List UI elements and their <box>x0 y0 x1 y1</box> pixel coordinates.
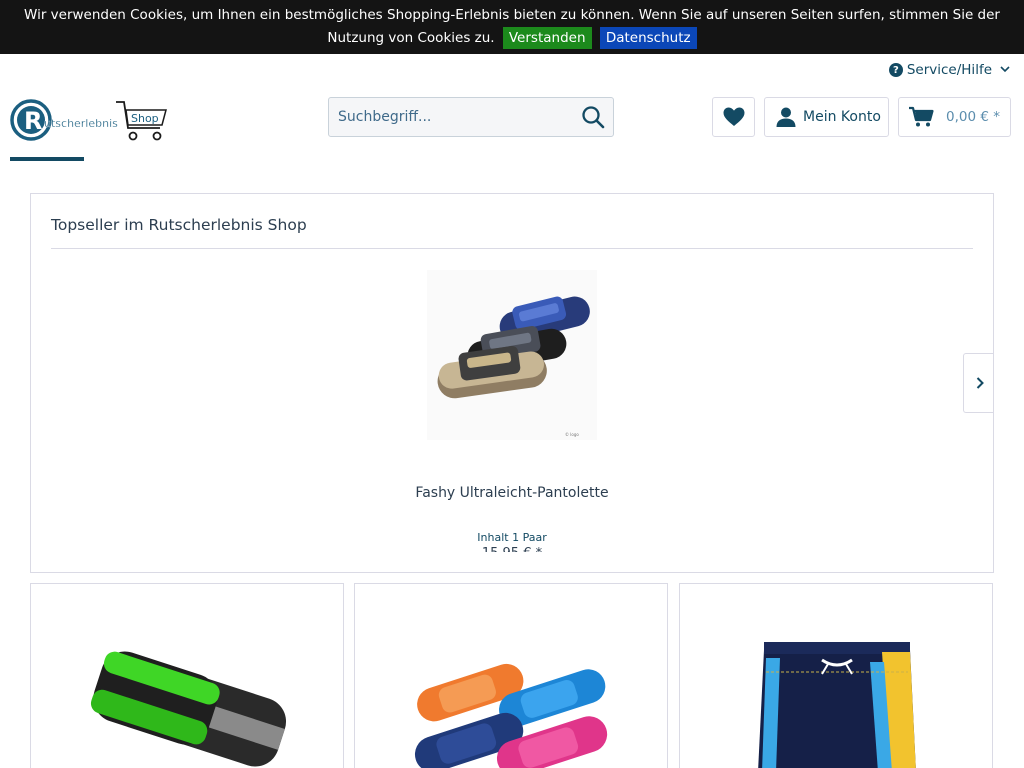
cookie-privacy-button[interactable]: Datenschutz <box>599 27 697 49</box>
topseller-title: Topseller im Rutscherlebnis Shop <box>51 216 307 234</box>
product-card[interactable] <box>30 583 344 768</box>
account-label: Mein Konto <box>803 109 881 125</box>
product-image-slippers[interactable]: © logo <box>427 270 597 440</box>
search-input[interactable] <box>329 98 573 136</box>
cart-icon <box>909 106 934 127</box>
active-indicator <box>10 157 84 161</box>
cookie-bar: Wir verwenden Cookies, um Ihnen ein best… <box>0 0 1024 54</box>
service-label: Service/Hilfe <box>906 62 992 78</box>
logo-shop: Shop <box>131 112 159 125</box>
product-unit: Inhalt 1 Paar <box>477 531 547 544</box>
product-price: 15,95 € * <box>31 546 993 552</box>
shop-logo[interactable]: R utscherlebnis Shop <box>10 98 170 146</box>
cart-total: 0,00 € * <box>946 109 1000 125</box>
search-button[interactable] <box>573 98 613 136</box>
user-icon <box>776 107 796 127</box>
search-bar <box>328 97 614 137</box>
wishlist-button[interactable] <box>712 97 755 137</box>
topseller-slider: Topseller im Rutscherlebnis Shop © logo … <box>30 193 994 573</box>
cart-button[interactable]: 0,00 € * <box>898 97 1011 137</box>
product-image-swimshorts <box>758 642 916 768</box>
question-circle-icon: ? <box>888 63 903 77</box>
account-button[interactable]: Mein Konto <box>764 97 889 137</box>
logo-text: utscherlebnis <box>44 117 118 130</box>
cookie-accept-button[interactable]: Verstanden <box>502 27 592 49</box>
product-image-slides <box>414 663 608 768</box>
slider-next-button[interactable] <box>963 353 993 413</box>
divider <box>51 248 973 249</box>
chevron-right-icon <box>976 377 984 389</box>
svg-text:© logo: © logo <box>565 432 579 437</box>
product-image-pullbuoy <box>90 651 287 767</box>
product-name[interactable]: Fashy Ultraleicht-Pantolette <box>31 485 993 501</box>
product-card[interactable] <box>354 583 668 768</box>
magnifier-icon <box>582 106 605 129</box>
product-card[interactable] <box>679 583 993 768</box>
service-menu[interactable]: ? Service/Hilfe <box>888 62 1010 78</box>
heart-icon <box>723 107 744 126</box>
chevron-down-icon <box>1000 65 1010 76</box>
logo-letter: R <box>24 107 42 135</box>
